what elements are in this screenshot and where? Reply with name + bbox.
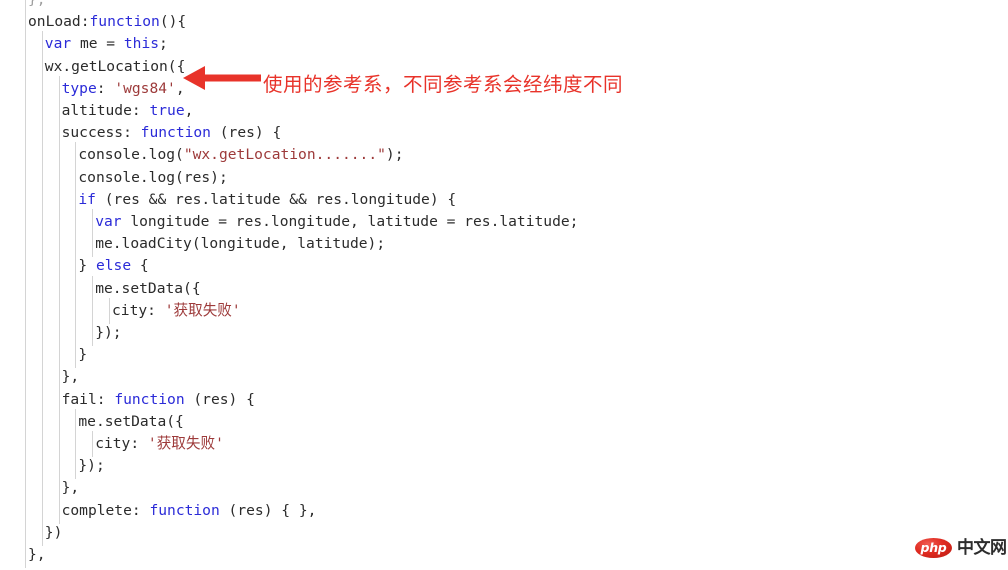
code-token: } (78, 257, 96, 275)
watermark-label: 中文网 (957, 537, 1007, 558)
code-token: onLoad: (28, 13, 90, 31)
code-token: console.log( (78, 146, 184, 164)
code-token: } (78, 346, 88, 364)
code-token: }, (61, 368, 80, 386)
code-editor-screenshot: },onLoad:function(){var me = this;wx.get… (0, 0, 1008, 570)
indent-guide-line (25, 0, 26, 569)
code-token: (res) { (210, 124, 282, 142)
code-token: 'wgs84' (114, 79, 176, 97)
code-token: complete: (61, 501, 150, 519)
code-token: (res) { (184, 390, 255, 408)
code-token: this (123, 35, 160, 53)
code-token: }); (78, 457, 105, 475)
code-token: fail: (61, 390, 115, 408)
code-token: }, (28, 0, 46, 8)
code-token: { (131, 257, 149, 275)
indent-guide-line (92, 431, 94, 458)
code-line: var longitude = res.longitude, latitude … (95, 211, 578, 233)
code-token: me = (71, 35, 124, 53)
code-token: me.loadCity(longitude, latitude); (95, 235, 386, 253)
watermark-logo: php 中文网 (915, 538, 1007, 558)
indent-guide-line (58, 75, 60, 524)
code-line: fail: function (res) { (62, 389, 255, 411)
code-token: altitude: (61, 102, 150, 119)
code-token: (res && res.latitude && res.longitude) { (95, 190, 457, 208)
code-token: success: (61, 124, 141, 142)
code-token: '获取失败' (147, 435, 224, 452)
code-line: altitude: true, (62, 100, 194, 122)
code-token: }, (28, 546, 46, 563)
code-token: (){ (159, 13, 187, 31)
code-token: longitude = res.longitude, latitude = re… (121, 213, 579, 230)
code-token: ; (159, 35, 168, 53)
indent-guide-line (92, 209, 94, 258)
php-badge-icon: php (915, 538, 952, 558)
code-token: true (149, 102, 185, 119)
code-token: var (95, 213, 122, 230)
code-line: me.setData({ (78, 411, 183, 433)
left-arrow-icon (183, 66, 261, 90)
code-line: onLoad:function(){ (28, 11, 186, 33)
code-token: }); (95, 324, 122, 341)
code-token: me.setData({ (95, 279, 201, 297)
indent-guide-line (41, 31, 43, 546)
code-line: }); (78, 455, 104, 477)
code-token: }) (44, 523, 63, 541)
code-token: : (96, 79, 115, 97)
code-token: }, (61, 479, 80, 497)
indent-guide-line (109, 297, 110, 324)
code-line: }); (95, 322, 121, 344)
code-line: }, (62, 477, 80, 499)
code-token: function (149, 501, 220, 519)
code-line: if (res && res.latitude && res.longitude… (78, 189, 456, 211)
indent-guide-line (75, 142, 77, 369)
code-line: var me = this; (45, 33, 168, 55)
code-line: console.log("wx.getLocation......."); (78, 144, 403, 166)
code-token: type (61, 79, 97, 97)
code-line: success: function (res) { (62, 122, 282, 144)
annotation-arrow (183, 63, 261, 93)
code-line: city: '获取失败' (95, 433, 224, 455)
code-token: "wx.getLocation......." (183, 146, 386, 164)
code-line: me.setData({ (95, 278, 200, 300)
code-token: function (114, 390, 185, 408)
code-token: wx.getLocation({ (44, 57, 186, 75)
code-token: console.log(res); (78, 168, 228, 186)
code-line: }, (62, 366, 80, 388)
code-token: , (184, 102, 194, 119)
code-token: if (78, 190, 96, 208)
code-token: (res) { }, (219, 501, 317, 519)
code-token: var (44, 35, 72, 53)
code-token: else (95, 257, 132, 275)
code-line: type: 'wgs84', (62, 78, 185, 100)
code-token: ); (385, 146, 404, 164)
code-line: city: '获取失败' (112, 300, 241, 322)
code-token: function (140, 124, 211, 142)
code-token: me.setData({ (78, 412, 184, 430)
code-line: } (78, 344, 87, 366)
code-line: }) (45, 522, 63, 544)
code-line: wx.getLocation({ (45, 56, 186, 78)
annotation-text: 使用的参考系，不同参考系会经纬度不同 (263, 73, 624, 96)
code-token: function (89, 13, 160, 31)
indent-guide-line (75, 408, 77, 480)
indent-guide-line (92, 275, 94, 347)
code-line: console.log(res); (78, 167, 227, 189)
code-token: city: (95, 435, 148, 452)
code-line: }, (28, 544, 46, 566)
code-token: city: (112, 301, 165, 319)
code-line: complete: function (res) { }, (62, 500, 317, 522)
code-line: me.loadCity(longitude, latitude); (95, 233, 385, 255)
code-token: '获取失败' (164, 301, 241, 319)
code-line: }, (28, 0, 46, 11)
code-token: , (175, 79, 185, 97)
code-line: } else { (78, 255, 148, 277)
